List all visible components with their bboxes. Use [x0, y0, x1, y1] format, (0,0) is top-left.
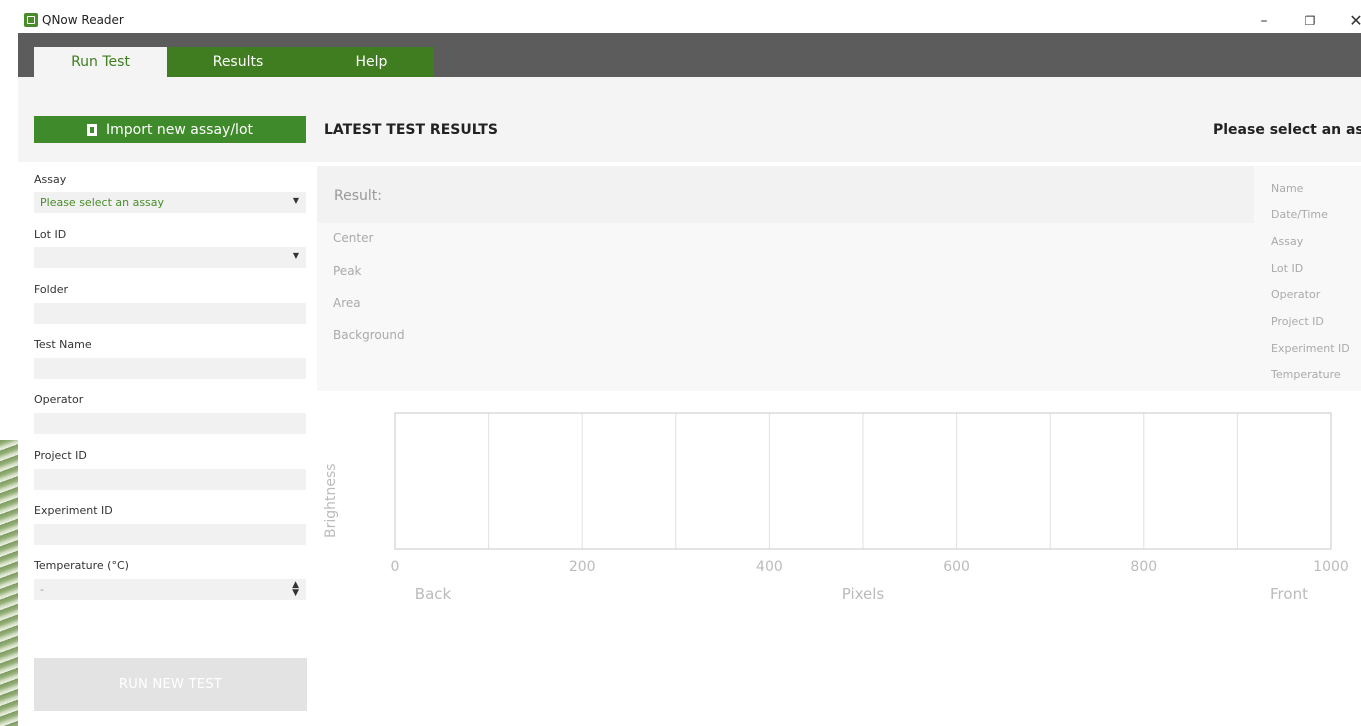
folder-input[interactable]: [34, 303, 306, 324]
lot-id-label: Lot ID: [34, 228, 67, 241]
app-window: QNow Reader – ❐ ✕ Run Test Results Help …: [18, 8, 1361, 726]
result-header-panel: [317, 166, 1254, 223]
maximize-button[interactable]: ❐: [1288, 8, 1332, 33]
desktop-background: [0, 440, 18, 726]
tab-bar: Run Test Results Help: [18, 33, 1361, 77]
chart-x-tick-label: 600: [943, 559, 970, 575]
folder-label: Folder: [34, 283, 68, 296]
chevron-down-icon: ▼: [292, 196, 299, 205]
close-button[interactable]: ✕: [1334, 8, 1361, 33]
meta-assay-label: Assay: [1271, 235, 1304, 248]
meta-lot-id-label: Lot ID: [1271, 262, 1304, 275]
experiment-id-input[interactable]: [34, 524, 306, 545]
tab-run-test[interactable]: Run Test: [34, 47, 167, 77]
test-name-input[interactable]: [34, 358, 306, 379]
meta-experiment-id-label: Experiment ID: [1271, 342, 1350, 355]
tab-results[interactable]: Results: [167, 47, 309, 77]
metric-background-label: Background: [333, 328, 405, 342]
title-bar: QNow Reader – ❐ ✕: [18, 8, 1361, 33]
temperature-stepper[interactable]: - ▲ ▼: [34, 579, 306, 600]
result-title: Result:: [334, 188, 382, 204]
chart-x-tick-label: 400: [756, 559, 783, 575]
project-id-label: Project ID: [34, 449, 87, 462]
meta-name-label: Name: [1271, 182, 1304, 195]
project-id-input[interactable]: [34, 469, 306, 490]
assay-label: Assay: [34, 173, 67, 186]
minimize-button[interactable]: –: [1242, 8, 1286, 33]
metric-center-label: Center: [333, 231, 374, 245]
latest-results-title: LATEST TEST RESULTS: [324, 122, 498, 138]
chart-x-right-label: Front: [1270, 585, 1308, 603]
chart-x-tick-label: 1000: [1313, 559, 1349, 575]
select-assay-message: Please select an assay: [1213, 122, 1361, 138]
operator-input[interactable]: [34, 413, 306, 434]
run-new-test-button[interactable]: RUN NEW TEST: [34, 658, 307, 711]
import-assay-button[interactable]: Import new assay/lot: [34, 116, 306, 143]
chart-x-axis-label: Pixels: [842, 585, 885, 603]
meta-operator-label: Operator: [1271, 288, 1321, 301]
meta-datetime-label: Date/Time: [1271, 208, 1328, 221]
result-meta-panel: [1254, 166, 1361, 391]
meta-project-id-label: Project ID: [1271, 315, 1324, 328]
experiment-id-label: Experiment ID: [34, 504, 113, 517]
assay-select[interactable]: Please select an assay ▼: [34, 192, 306, 213]
chevron-down-icon: ▼: [292, 251, 299, 260]
chart-x-tick-label: 0: [391, 559, 400, 575]
meta-temperature-label: Temperature: [1271, 368, 1341, 381]
test-name-label: Test Name: [34, 338, 92, 351]
chart-x-tick-label: 800: [1130, 559, 1157, 575]
chart-canvas: 0 200 400 600 800 1000 Back Pixels Front: [391, 412, 1349, 603]
temperature-stepper-value: -: [40, 583, 44, 596]
chart-x-tick-label: 200: [569, 559, 596, 575]
spin-arrows-icon[interactable]: ▲ ▼: [292, 581, 299, 598]
tab-help[interactable]: Help: [309, 47, 434, 77]
operator-label: Operator: [34, 393, 84, 406]
window-title: QNow Reader: [42, 13, 124, 27]
temperature-label: Temperature (°C): [34, 559, 129, 572]
file-import-icon: [87, 123, 97, 136]
app-logo-icon: [24, 13, 38, 27]
chart-x-left-label: Back: [415, 585, 452, 603]
metric-area-label: Area: [333, 296, 361, 310]
import-assay-label: Import new assay/lot: [106, 121, 253, 138]
lot-id-select[interactable]: ▼: [34, 247, 306, 268]
brightness-chart: Brightness 0 200 400 600 800 1000 Back Pixels Fr…: [317, 398, 1361, 618]
result-metrics-panel: [317, 223, 1254, 391]
metric-peak-label: Peak: [333, 264, 362, 278]
assay-select-value: Please select an assay: [40, 196, 165, 209]
